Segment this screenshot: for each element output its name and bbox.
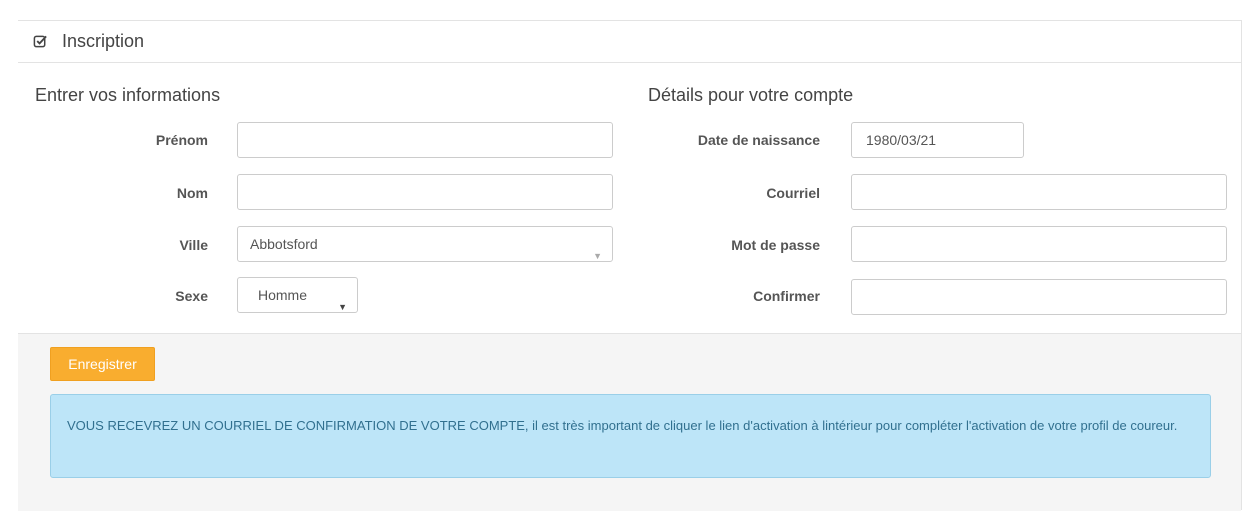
- birthdate-label: Date de naissance: [697, 132, 820, 148]
- last-name-input[interactable]: [237, 174, 613, 210]
- last-name-label: Nom: [176, 185, 208, 201]
- panel-header: Inscription: [18, 21, 1241, 63]
- city-select[interactable]: Abbotsford ▼: [237, 226, 613, 262]
- sex-label: Sexe: [175, 288, 208, 304]
- password-label: Mot de passe: [731, 237, 820, 253]
- first-name-input[interactable]: [237, 122, 613, 158]
- personal-info-heading: Entrer vos informations: [35, 85, 221, 105]
- chevron-down-icon: ▼: [338, 302, 347, 312]
- chevron-down-icon: ▼: [593, 251, 602, 261]
- city-select-value: Abbotsford: [250, 236, 318, 252]
- sex-select-value: Homme: [258, 287, 308, 303]
- panel-footer: Enregistrer VOUS RECEVREZ UN COURRIEL DE…: [18, 333, 1241, 511]
- birthdate-input[interactable]: 1980/03/21: [851, 122, 1024, 158]
- first-name-label: Prénom: [155, 132, 208, 148]
- registration-panel: Inscription Entrer vos informations Prén…: [18, 20, 1242, 511]
- save-button[interactable]: Enregistrer: [50, 347, 155, 381]
- sex-select[interactable]: Homme ▼: [237, 277, 358, 313]
- email-input[interactable]: [851, 174, 1227, 210]
- confirm-password-label: Confirmer: [753, 288, 820, 304]
- panel-title: Inscription: [62, 31, 145, 51]
- email-label: Courriel: [766, 185, 820, 201]
- password-input[interactable]: [851, 226, 1227, 262]
- confirm-password-input[interactable]: [851, 279, 1227, 315]
- check-square-icon: [33, 35, 47, 48]
- city-label: Ville: [179, 237, 208, 253]
- confirmation-notice: VOUS RECEVREZ UN COURRIEL DE CONFIRMATIO…: [50, 394, 1211, 478]
- account-details-heading: Détails pour votre compte: [648, 85, 854, 105]
